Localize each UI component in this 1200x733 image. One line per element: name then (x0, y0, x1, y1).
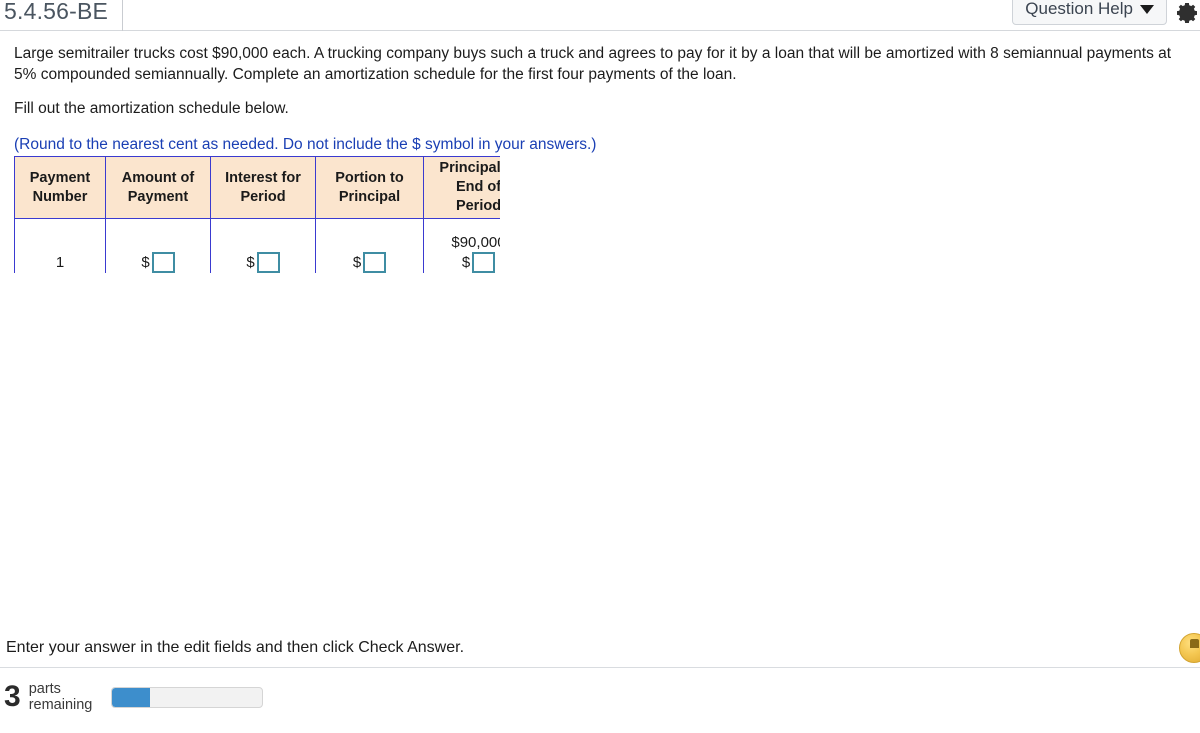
cell-amount-of-payment: $ (105, 218, 211, 273)
exercise-page: 5.4.56-BE Question Help Large semitraile… (0, 0, 1200, 733)
header-line: Period (240, 188, 286, 205)
question-help-button[interactable]: Question Help (1012, 0, 1167, 25)
principal-preset-value: $90,000 (451, 234, 500, 251)
table-header-row: Payment Number Amount of Payment Interes… (14, 156, 500, 219)
header-line: Principal at (439, 160, 500, 176)
currency-symbol: $ (352, 254, 362, 271)
rounding-note: (Round to the nearest cent as needed. Do… (14, 136, 597, 153)
top-bar: 5.4.56-BE Question Help (0, 0, 1200, 31)
cell-payment-number: 1 (14, 218, 106, 273)
header-line: Payment (29, 169, 91, 186)
question-help-label: Question Help (1025, 0, 1133, 18)
fill-instruction: Fill out the amortization schedule below… (14, 100, 289, 117)
progress-bar (111, 686, 264, 708)
gear-icon[interactable] (1174, 0, 1200, 26)
coin-badge-icon[interactable] (1179, 633, 1200, 663)
progress-bar-fill (112, 687, 150, 707)
header-line: Portion to (335, 169, 404, 186)
exercise-id-label: 5.4.56-BE (4, 0, 109, 24)
amortization-table-wrapper: Payment Number Amount of Payment Interes… (14, 156, 500, 273)
header-line: End of (455, 179, 500, 195)
cell-principal-end-of-period: $90,000 $ (423, 218, 500, 273)
header-line: Number (32, 188, 88, 205)
header-portion-to-principal: Portion to Principal (315, 156, 424, 219)
interest-for-period-input[interactable] (256, 252, 280, 273)
parts-remaining-group: 3 parts remaining (4, 680, 264, 713)
header-amount-of-payment: Amount of Payment (105, 156, 211, 219)
footer-bar: 3 parts remaining Clear All Check Answer (0, 669, 1200, 733)
cell-portion-to-principal: $ (315, 218, 424, 273)
parts-remaining-count: 3 (4, 680, 21, 713)
table-row: 1 $ $ $ $90,00 $ (14, 218, 500, 273)
problem-content: Large semitrailer trucks cost $90,000 ea… (0, 32, 1200, 668)
currency-symbol: $ (246, 254, 255, 271)
header-line: Payment (127, 188, 189, 205)
exercise-tab[interactable]: 5.4.56-BE (0, 0, 124, 31)
payment-number-value: 1 (55, 254, 65, 271)
currency-symbol: $ (141, 254, 150, 271)
header-interest-for-period: Interest for Period (210, 156, 316, 219)
header-line: Period (455, 198, 500, 214)
currency-symbol: $ (461, 254, 471, 271)
amount-of-payment-input[interactable] (151, 252, 175, 273)
header-payment-number: Payment Number (14, 156, 106, 219)
hint-bar: Enter your answer in the edit fields and… (0, 631, 1200, 668)
header-principal-end-of-period: Principal at End of Period (423, 156, 500, 219)
problem-statement: Large semitrailer trucks cost $90,000 ea… (14, 45, 1172, 83)
header-line: Amount of (121, 169, 195, 186)
parts-word-line2: remaining (28, 697, 93, 713)
header-line: Principal (338, 188, 401, 205)
hint-text: Enter your answer in the edit fields and… (6, 639, 465, 656)
parts-word-line1: parts (28, 681, 61, 697)
amortization-table: Payment Number Amount of Payment Interes… (14, 156, 500, 273)
portion-to-principal-input[interactable] (363, 252, 387, 273)
parts-remaining-label: parts remaining (29, 681, 93, 713)
header-line: Interest for (225, 169, 301, 186)
cell-interest-for-period: $ (210, 218, 316, 273)
principal-end-of-period-input[interactable] (472, 252, 496, 273)
chevron-down-icon (1140, 4, 1154, 14)
